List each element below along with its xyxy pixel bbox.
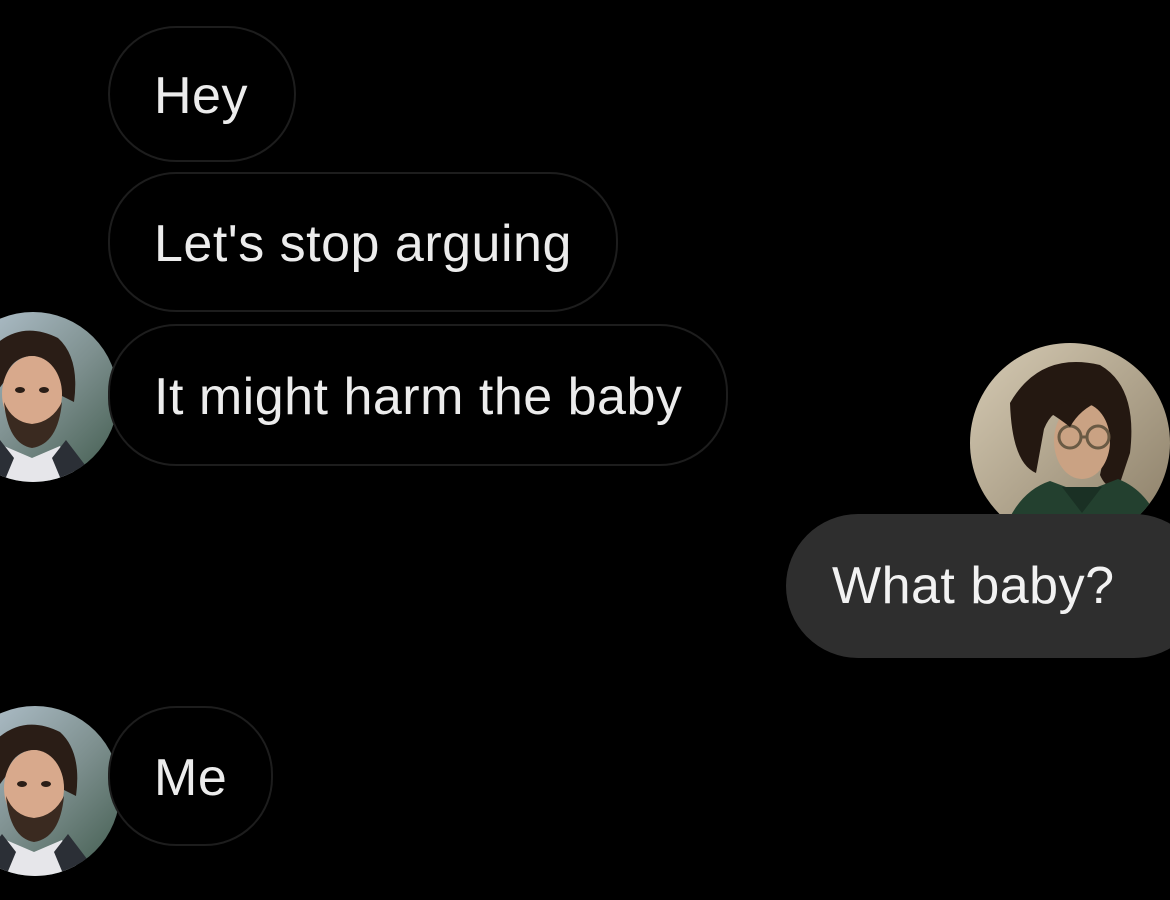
message-text: What baby?	[832, 557, 1115, 615]
person-photo-icon	[0, 312, 118, 482]
bearded-man-avatar[interactable]	[0, 706, 120, 876]
message-text: Me	[154, 749, 228, 807]
outgoing-message-bubble[interactable]: What baby?	[786, 514, 1170, 658]
bearded-man-avatar[interactable]	[0, 312, 118, 482]
incoming-message-bubble[interactable]: Hey	[108, 26, 296, 162]
incoming-message-bubble[interactable]: Let's stop arguing	[108, 172, 618, 312]
incoming-message-bubble[interactable]: Me	[108, 706, 274, 846]
message-text: It might harm the baby	[154, 368, 683, 426]
person-photo-icon	[0, 706, 120, 876]
glasses-man-avatar[interactable]	[970, 343, 1170, 543]
message-text: Let's stop arguing	[154, 215, 572, 273]
incoming-message-bubble[interactable]: It might harm the baby	[108, 324, 729, 466]
person-photo-icon	[970, 343, 1170, 543]
message-text: Hey	[154, 67, 248, 125]
